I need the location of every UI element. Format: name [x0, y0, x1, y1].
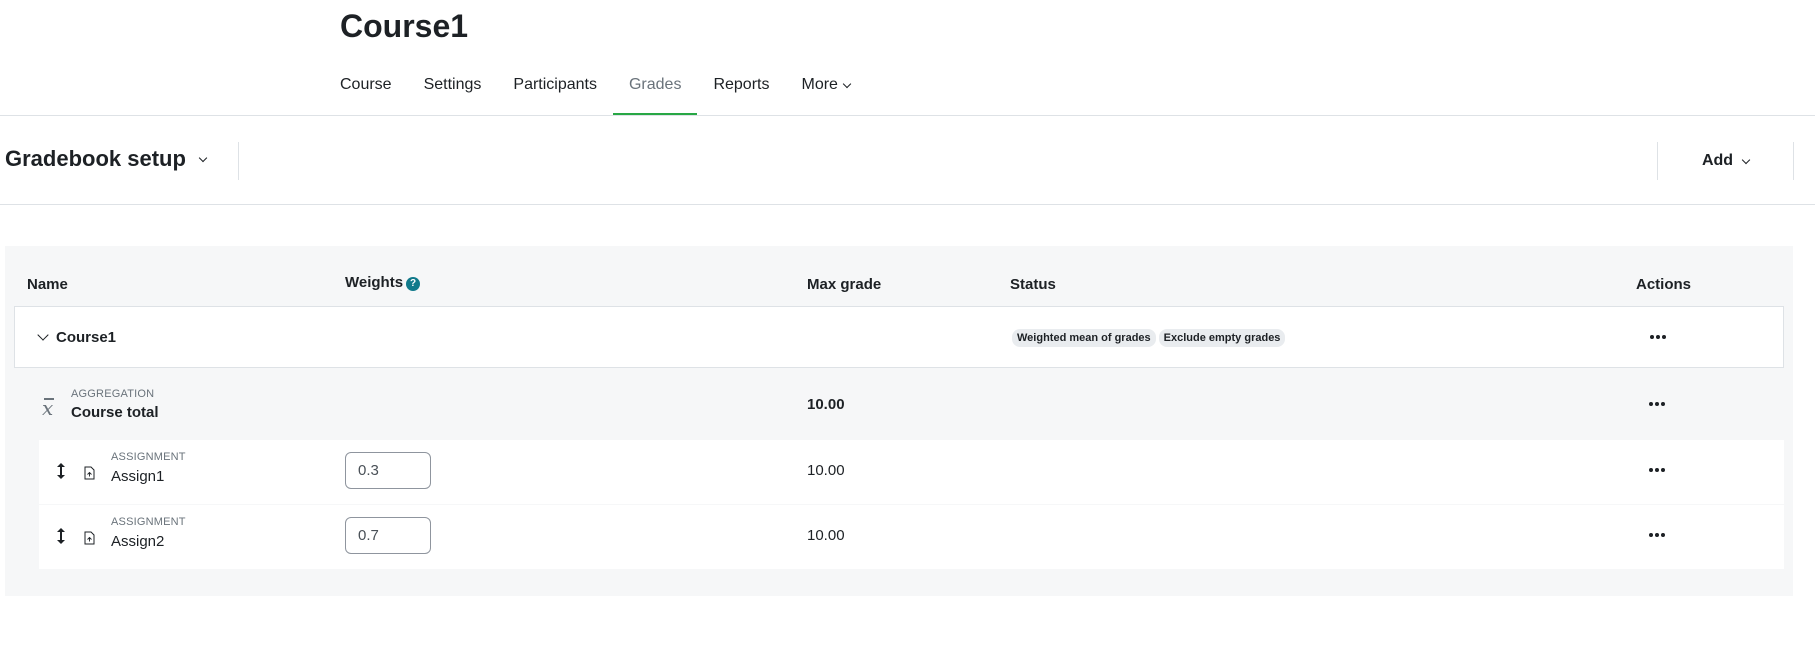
- page-title: Course1: [340, 8, 469, 44]
- actions-menu-icon[interactable]: [1645, 527, 1669, 543]
- divider: [1793, 142, 1794, 180]
- status-badges: Weighted mean of grades Exclude empty gr…: [1012, 329, 1286, 347]
- move-icon[interactable]: [55, 527, 67, 545]
- aggregation-icon: x: [42, 396, 55, 420]
- item-type: ASSIGNMENT: [111, 451, 186, 463]
- status-badge: Weighted mean of grades: [1012, 329, 1156, 347]
- nav-more-label: More: [801, 76, 838, 93]
- column-header-name: Name: [27, 276, 68, 293]
- move-icon[interactable]: [55, 462, 67, 480]
- course-total-row: x AGGREGATION Course total 10.00: [14, 368, 1784, 440]
- collapse-chevron-icon[interactable]: [37, 329, 49, 341]
- chevron-down-icon: [198, 153, 208, 163]
- item-type: ASSIGNMENT: [111, 516, 186, 528]
- status-badge: Exclude empty grades: [1158, 329, 1286, 347]
- column-header-max-grade: Max grade: [807, 276, 882, 293]
- help-icon[interactable]: ?: [406, 276, 421, 291]
- assignment-icon: [84, 466, 95, 480]
- add-button-label: Add: [1701, 152, 1734, 169]
- column-header-actions: Actions: [1636, 276, 1692, 293]
- add-button[interactable]: Add: [1658, 140, 1793, 182]
- column-header-weights-label: Weights: [345, 274, 404, 291]
- gradebook-table: Name Weights? Max grade Status Actions C…: [5, 246, 1793, 596]
- category-row: Course1 Weighted mean of grades Exclude …: [14, 306, 1784, 368]
- column-header-weights: Weights?: [345, 274, 421, 291]
- nav-grades[interactable]: Grades: [612, 56, 698, 116]
- chevron-down-icon: [842, 79, 852, 89]
- actions-menu-icon[interactable]: [1645, 462, 1669, 478]
- divider: [238, 142, 239, 180]
- actions-menu-icon[interactable]: [1646, 329, 1670, 345]
- max-grade-value: 10.00: [807, 396, 845, 413]
- course-nav: Course Settings Participants Grades Repo…: [340, 56, 866, 116]
- chevron-down-icon: [1741, 155, 1751, 164]
- max-grade-value: 10.00: [807, 462, 845, 479]
- nav-course[interactable]: Course: [340, 56, 408, 116]
- actions-menu-icon[interactable]: [1645, 396, 1669, 412]
- setup-divider: [0, 204, 1815, 205]
- gradebook-setup-label: Gradebook setup: [5, 146, 186, 171]
- assignment-icon: [84, 531, 95, 545]
- table-row: ASSIGNMENT Assign1 10.00: [39, 440, 1784, 504]
- gradebook-setup-dropdown[interactable]: Gradebook setup: [5, 146, 208, 172]
- nav-participants[interactable]: Participants: [497, 56, 613, 116]
- item-type: AGGREGATION: [71, 388, 155, 400]
- tertiary-navigation: Gradebook setup Add: [0, 116, 1815, 204]
- weight-input[interactable]: [345, 452, 431, 489]
- max-grade-value: 10.00: [807, 527, 845, 544]
- nav-more[interactable]: More: [785, 56, 865, 116]
- item-name[interactable]: Assign2: [111, 533, 164, 550]
- item-name[interactable]: Assign1: [111, 468, 164, 485]
- weight-input[interactable]: [345, 517, 431, 554]
- nav-reports[interactable]: Reports: [697, 56, 785, 116]
- column-header-status: Status: [1010, 276, 1056, 293]
- nav-settings[interactable]: Settings: [408, 56, 498, 116]
- category-name: Course1: [56, 329, 117, 346]
- table-row: ASSIGNMENT Assign2 10.00: [39, 505, 1784, 569]
- course-total-name: Course total: [71, 404, 159, 421]
